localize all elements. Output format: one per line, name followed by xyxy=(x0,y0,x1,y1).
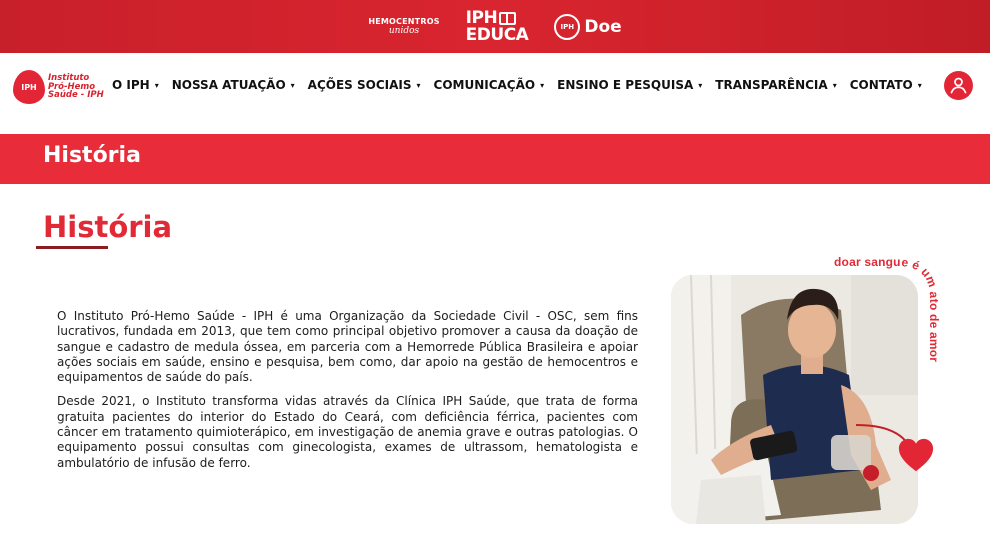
hemocentros-label: HEMOCENTROS xyxy=(368,16,440,26)
history-text: O Instituto Pró-Hemo Saúde - IPH é uma O… xyxy=(57,309,638,480)
caret-down-icon: ▾ xyxy=(154,80,159,90)
nav-item-label: O IPH xyxy=(112,78,150,92)
section-title: História xyxy=(43,210,173,244)
unidos-label: unidos xyxy=(388,25,420,36)
book-icon xyxy=(499,11,517,25)
caret-down-icon: ▾ xyxy=(917,80,922,90)
page-banner: História xyxy=(0,134,990,184)
nav-item-label: COMUNICAÇÃO xyxy=(433,78,536,92)
page-banner-title: História xyxy=(43,143,141,168)
nav-item-contato[interactable]: CONTATO ▾ xyxy=(850,78,922,92)
title-underline xyxy=(36,246,108,249)
nav-item-label: ENSINO E PESQUISA xyxy=(557,78,694,92)
caret-down-icon: ▾ xyxy=(290,80,295,90)
history-paragraph-1: O Instituto Pró-Hemo Saúde - IPH é uma O… xyxy=(57,309,638,385)
iph-educa-link[interactable]: IPH EDUCA xyxy=(465,10,529,45)
user-account-button[interactable] xyxy=(944,71,973,100)
nav-item-nossa-atuacao[interactable]: NOSSA ATUAÇÃO ▾ xyxy=(172,78,295,92)
heart-icon xyxy=(898,438,934,472)
donor-photo xyxy=(671,275,918,524)
nav-item-label: NOSSA ATUAÇÃO xyxy=(171,78,286,92)
logo-line-3: Saúde - IPH xyxy=(48,90,104,101)
nav-item-label: CONTATO xyxy=(849,78,913,92)
history-paragraph-2: Desde 2021, o Instituto transforma vidas… xyxy=(57,394,638,470)
blood-drop-icon: IPH xyxy=(554,13,581,40)
donor-photo-illustration xyxy=(671,275,918,524)
hemocentros-unidos-link[interactable]: HEMOCENTROS unidos xyxy=(368,16,440,36)
doe-label: Doe xyxy=(584,16,622,37)
site-logo[interactable]: IPH Instituto Pró-Hemo Saúde - IPH xyxy=(13,70,104,104)
main-navbar: IPH Instituto Pró-Hemo Saúde - IPH O IPH… xyxy=(0,53,990,134)
caret-down-icon: ▾ xyxy=(698,80,703,90)
nav-item-acoes-sociais[interactable]: AÇÕES SOCIAIS ▾ xyxy=(308,78,421,92)
iph-educa-label-2: EDUCA xyxy=(465,24,529,45)
iph-doe-link[interactable]: IPH Doe xyxy=(554,13,622,40)
top-brand-bar: HEMOCENTROS unidos IPH EDUCA IPH Doe xyxy=(0,0,990,53)
nav-item-label: AÇÕES SOCIAIS xyxy=(307,78,412,92)
user-icon xyxy=(950,77,967,94)
logo-text: Instituto Pró-Hemo Saúde - IPH xyxy=(48,73,104,101)
nav-item-comunicacao[interactable]: COMUNICAÇÃO ▾ xyxy=(434,78,545,92)
nav-item-ensino-e-pesquisa[interactable]: ENSINO E PESQUISA ▾ xyxy=(557,78,702,92)
nav-item-label: TRANSPARÊNCIA xyxy=(715,78,828,92)
nav-item-o-iph[interactable]: O IPH ▾ xyxy=(112,78,159,92)
caret-down-icon: ▾ xyxy=(540,80,545,90)
caret-down-icon: ▾ xyxy=(832,80,837,90)
nav-item-transparencia[interactable]: TRANSPARÊNCIA ▾ xyxy=(715,78,836,92)
caret-down-icon: ▾ xyxy=(416,80,421,90)
logo-drop-icon: IPH xyxy=(13,70,45,104)
nav-menu: O IPH ▾ NOSSA ATUAÇÃO ▾ AÇÕES SOCIAIS ▾ … xyxy=(112,78,935,92)
